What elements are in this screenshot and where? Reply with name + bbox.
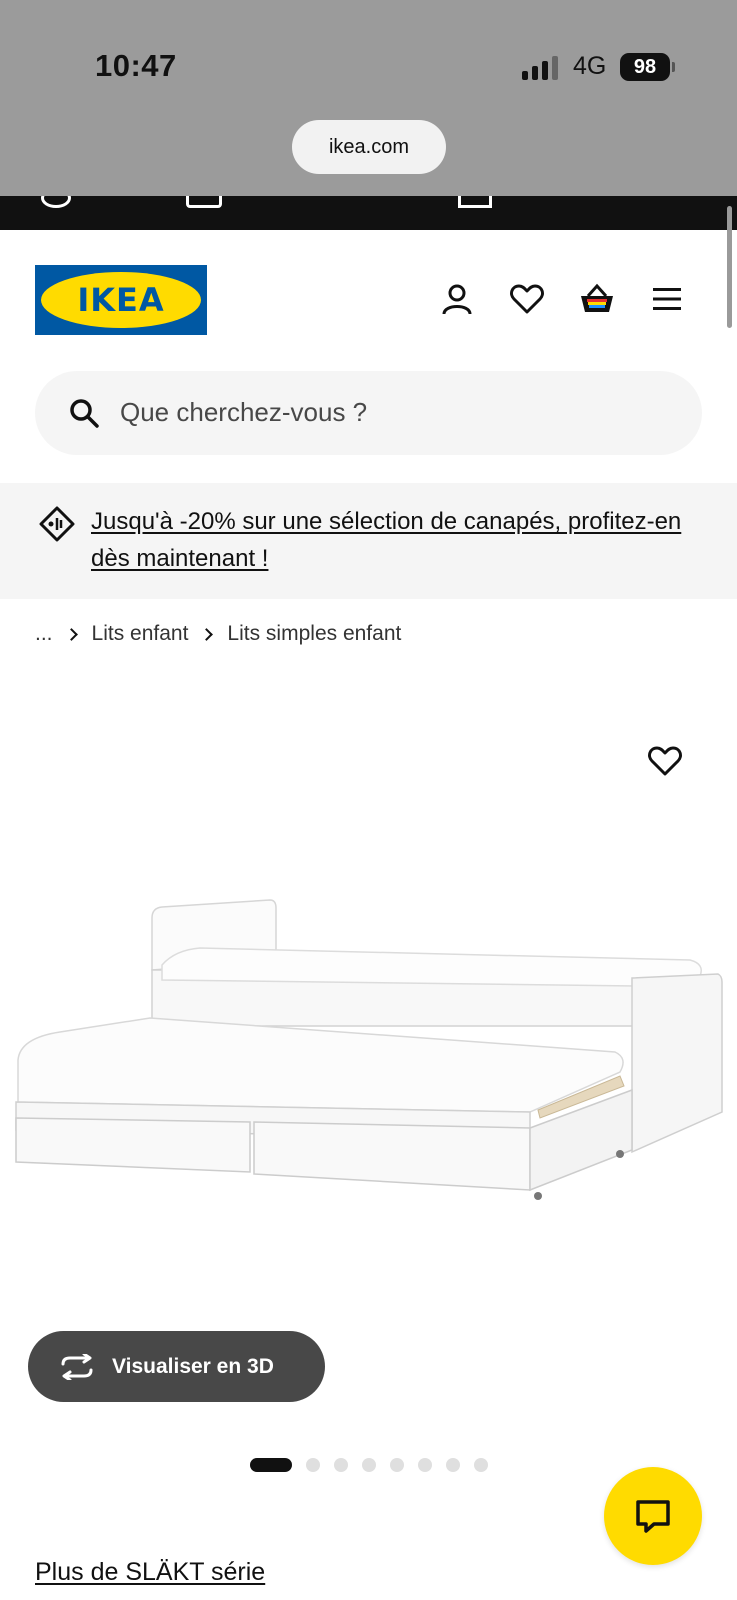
image-carousel-dots	[250, 1458, 488, 1472]
breadcrumb: ... Lits enfant Lits simples enfant	[35, 622, 401, 646]
truck-icon	[186, 196, 222, 208]
url-text: ikea.com	[328, 135, 410, 158]
network-label: 4G	[573, 52, 607, 80]
breadcrumb-ellipsis[interactable]: ...	[35, 622, 53, 646]
page-scrollbar[interactable]	[727, 206, 732, 328]
carousel-dot-7[interactable]	[446, 1458, 460, 1472]
chat-button[interactable]	[604, 1467, 702, 1565]
carousel-dot-1[interactable]	[250, 1458, 292, 1472]
carousel-dot-4[interactable]	[362, 1458, 376, 1472]
search-input[interactable]: Que cherchez-vous ?	[120, 397, 367, 428]
price-tag-icon	[39, 506, 75, 542]
product-image[interactable]	[0, 890, 737, 1230]
ikea-logo[interactable]: IKEA	[35, 265, 207, 335]
promo-banner: Jusqu'à -20% sur une sélection de canapé…	[0, 483, 737, 599]
chevron-right-icon	[64, 627, 78, 641]
series-link[interactable]: Plus de SLÄKT série	[35, 1558, 265, 1587]
profile-icon[interactable]	[437, 279, 477, 319]
breadcrumb-lits-enfant[interactable]: Lits enfant	[92, 622, 189, 646]
basket-icon[interactable]	[577, 279, 617, 319]
logo-text: IKEA	[77, 281, 165, 319]
status-time: 10:47	[95, 48, 177, 83]
breadcrumb-lits-simples-enfant[interactable]: Lits simples enfant	[227, 622, 401, 646]
search-icon	[70, 399, 99, 428]
store-icon	[458, 196, 492, 208]
battery-level: 98	[633, 55, 657, 78]
carousel-dot-5[interactable]	[390, 1458, 404, 1472]
chat-bubble-icon	[636, 1500, 670, 1533]
chevron-right-icon	[200, 627, 214, 641]
carousel-dot-8[interactable]	[474, 1458, 488, 1472]
globe-icon	[41, 196, 71, 208]
menu-icon[interactable]	[647, 279, 687, 319]
promo-link[interactable]: Jusqu'à -20% sur une sélection de canapé…	[91, 503, 701, 577]
favorite-heart-icon[interactable]	[648, 745, 684, 781]
view-3d-button[interactable]: Visualiser en 3D	[28, 1331, 325, 1402]
url-bar[interactable]: ikea.com	[292, 120, 446, 174]
carousel-dot-6[interactable]	[418, 1458, 432, 1472]
rotate-3d-icon	[61, 1353, 93, 1380]
carousel-dot-3[interactable]	[334, 1458, 348, 1472]
signal-icon	[522, 56, 558, 80]
carousel-dot-2[interactable]	[306, 1458, 320, 1472]
top-strip	[0, 196, 737, 230]
status-bar: 10:47 4G 98 ikea.com	[0, 0, 737, 196]
battery-icon: 98	[620, 53, 670, 81]
battery-tip	[672, 62, 675, 72]
view-3d-label: Visualiser en 3D	[112, 1354, 274, 1378]
logo-oval: IKEA	[41, 272, 201, 328]
search-bar[interactable]: Que cherchez-vous ?	[35, 371, 702, 455]
heart-icon[interactable]	[507, 279, 547, 319]
